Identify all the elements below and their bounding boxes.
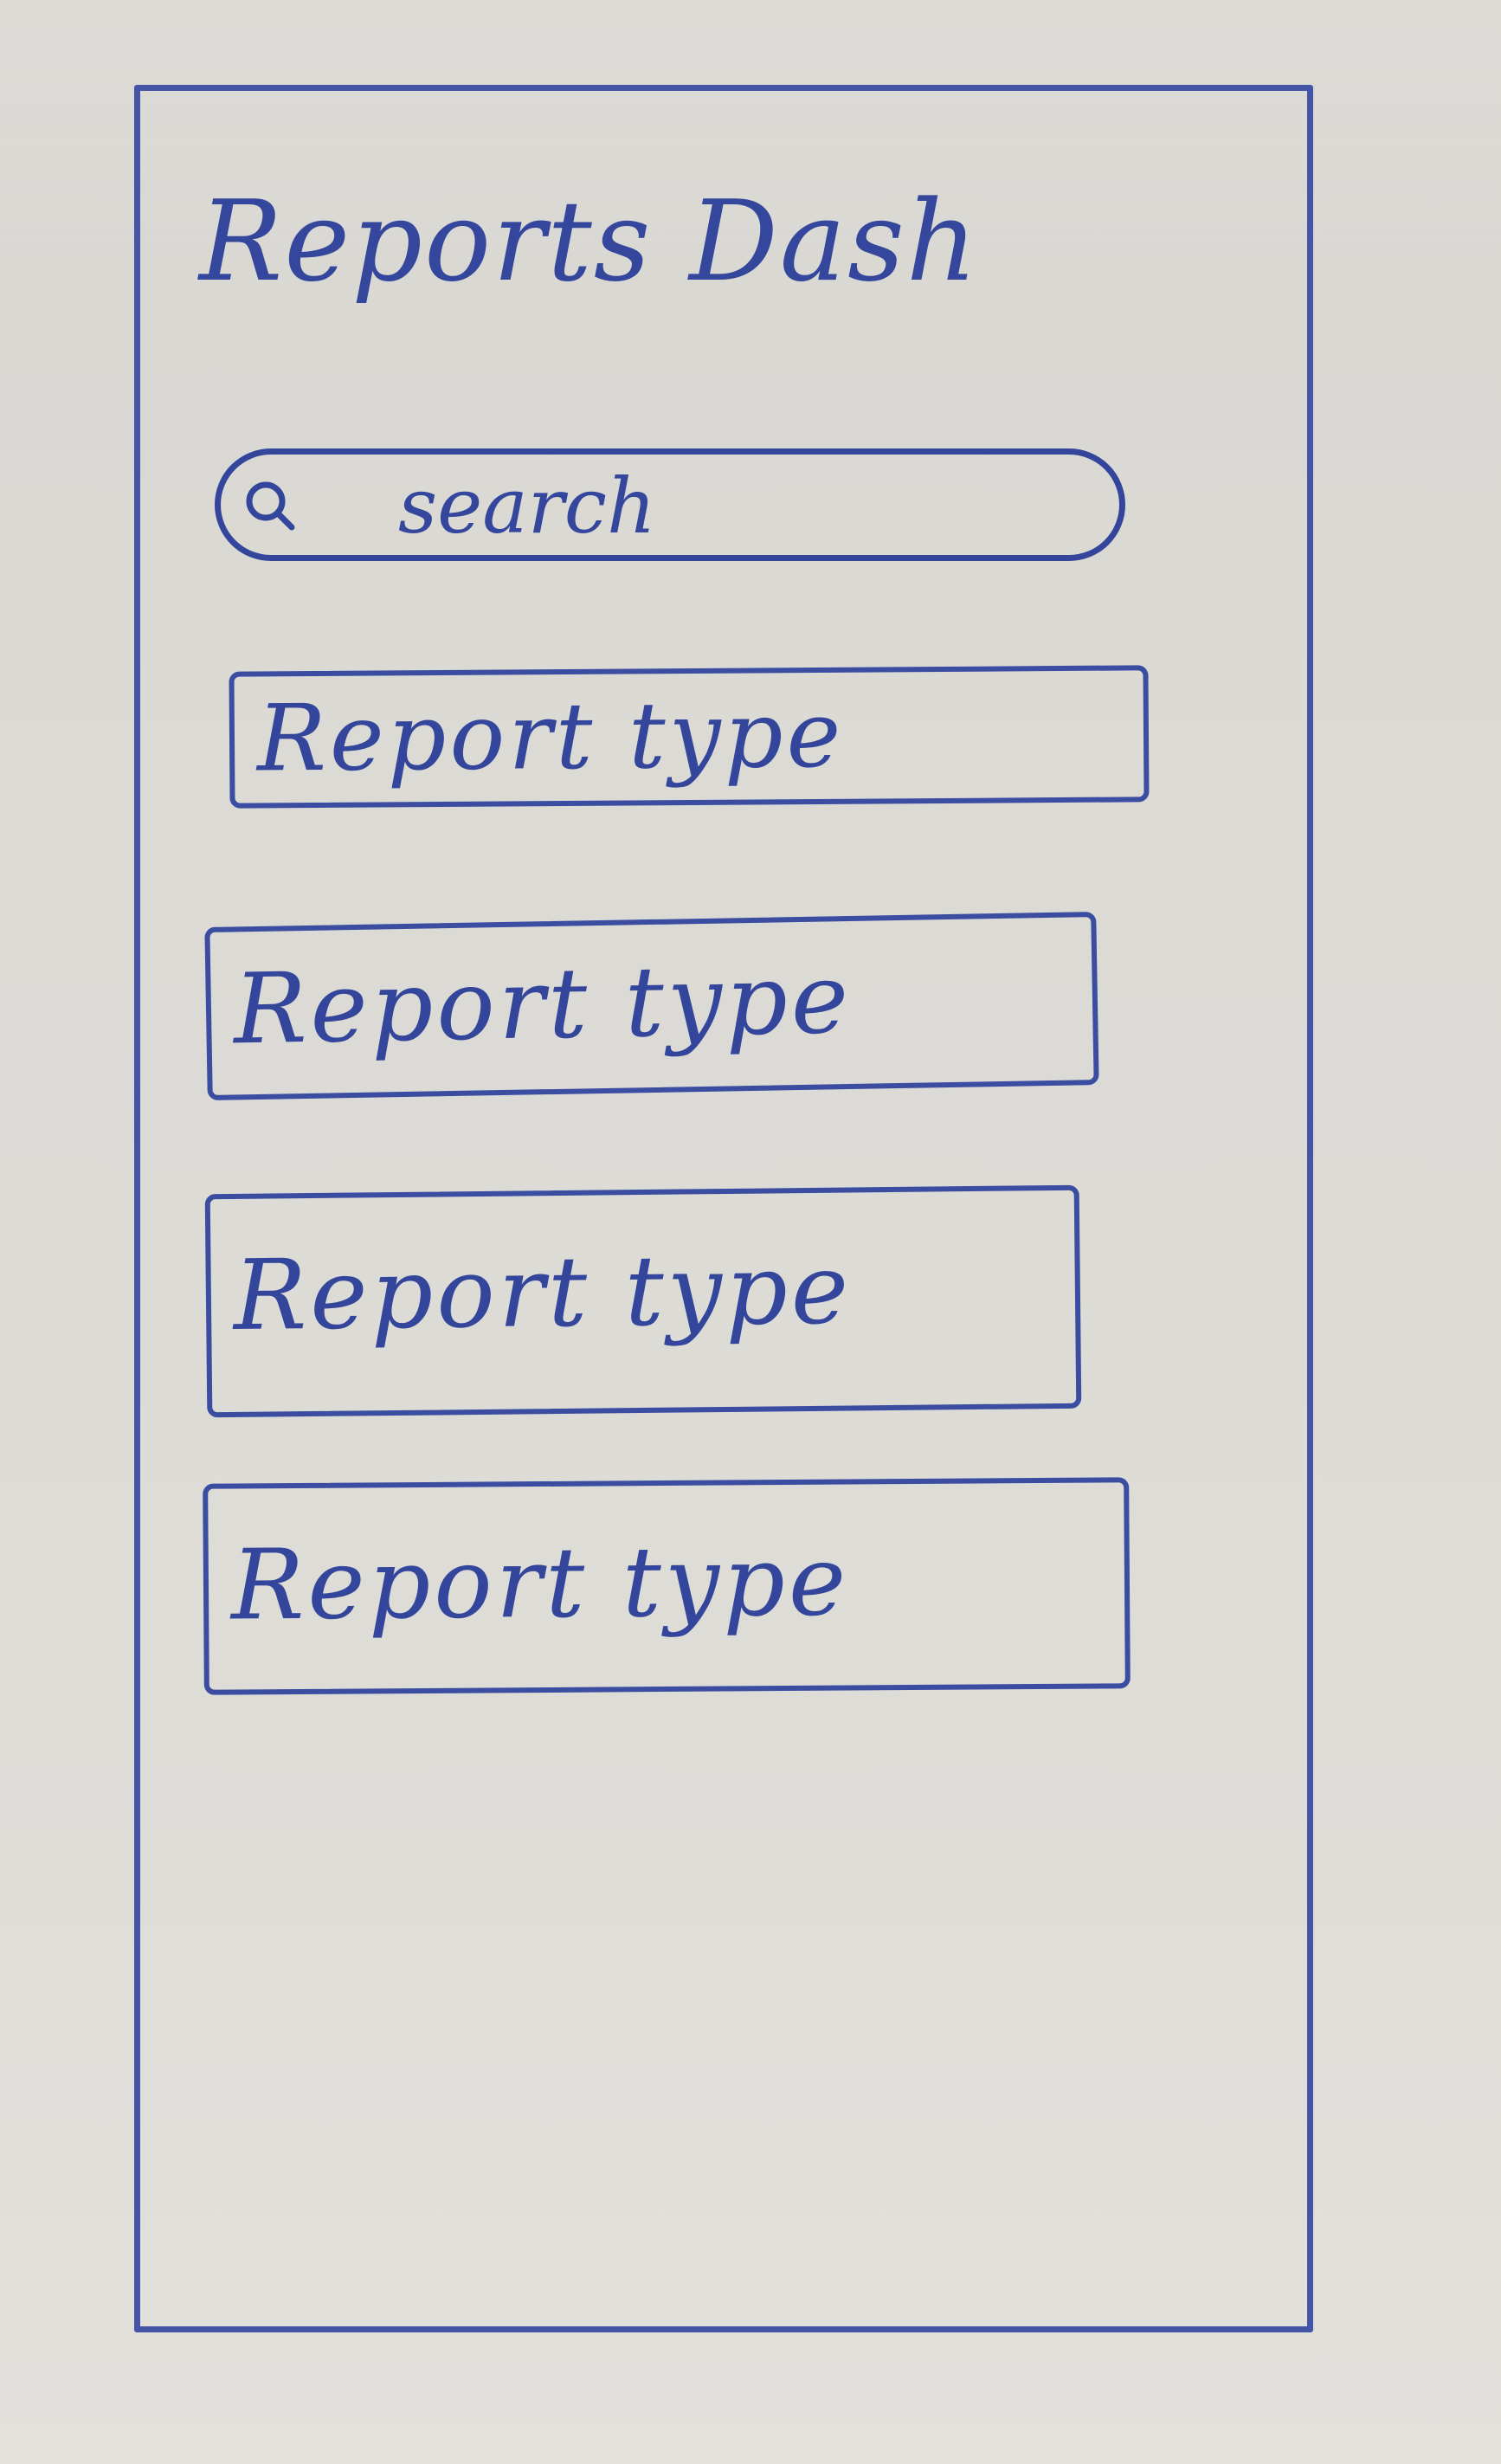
report-type-item[interactable]: Report type [203, 1477, 1131, 1695]
report-type-label: Report type [230, 1525, 850, 1642]
report-type-label: Report type [256, 681, 845, 792]
report-type-item[interactable]: Report type [204, 1184, 1082, 1418]
page-title: Reports Dash [199, 177, 980, 306]
report-type-item[interactable]: Report type [229, 665, 1150, 809]
search-input[interactable]: search [215, 448, 1125, 561]
report-type-item[interactable]: Report type [204, 912, 1099, 1100]
report-type-label: Report type [232, 942, 854, 1067]
search-placeholder: search [398, 461, 656, 551]
search-icon [246, 481, 295, 531]
report-type-label: Report type [233, 1233, 853, 1352]
